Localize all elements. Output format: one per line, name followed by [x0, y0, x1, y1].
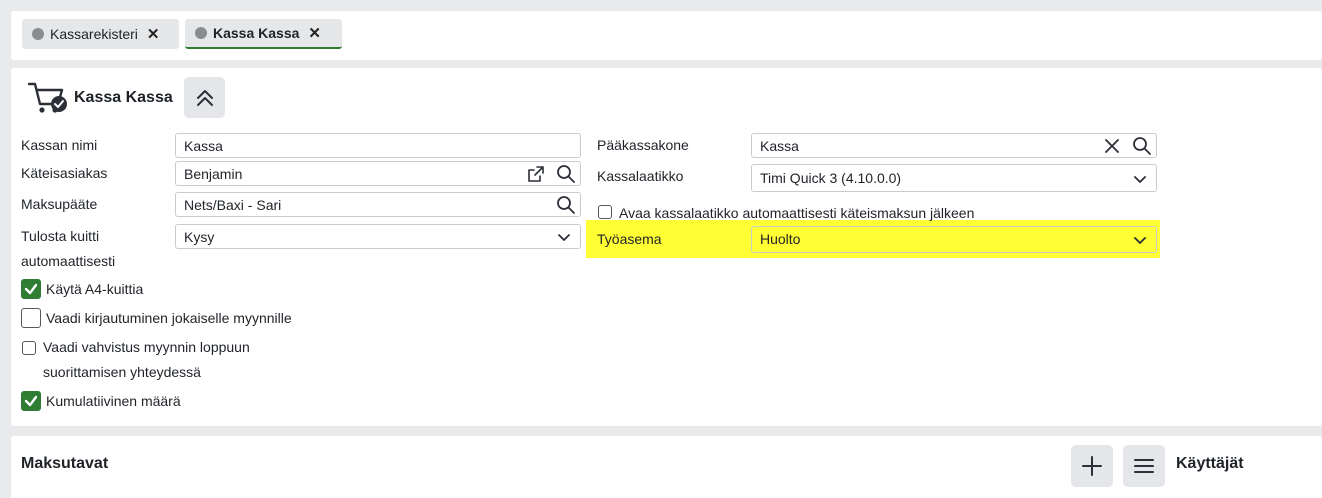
chevron-down-icon	[556, 229, 572, 248]
tyoasema-select[interactable]: Huolto	[751, 226, 1157, 253]
kayttajat-title: Käyttäjät	[1176, 455, 1244, 472]
kassalaatikko-value: Timi Quick 3 (4.10.0.0)	[760, 170, 902, 186]
kateisasiakas-label: Käteisasiakas	[21, 165, 108, 181]
maksupaate-value: Nets/Baxi - Sari	[184, 197, 282, 213]
collapse-button[interactable]	[184, 77, 225, 118]
kassalaatikko-label: Kassalaatikko	[597, 168, 684, 184]
tyoasema-value: Huolto	[760, 231, 801, 247]
hamburger-menu-icon	[1134, 459, 1154, 473]
cart-check-icon	[27, 80, 69, 119]
tulosta-kuitti-select[interactable]: Kysy	[175, 224, 581, 249]
vahvistus-label-line2: suorittamisen yhteydessä	[43, 364, 201, 380]
vahvistus-label: Vaadi vahvistus myynnin loppuun	[43, 339, 250, 355]
kassa-panel: Kassa Kassa Kassan nimi Kassa Käteisasia…	[11, 68, 1322, 426]
chevron-double-up-icon	[196, 89, 213, 106]
paakassakone-value: Kassa	[760, 138, 799, 154]
paakassakone-field[interactable]: Kassa	[751, 133, 1157, 158]
kassan-nimi-value: Kassa	[184, 138, 223, 154]
kassalaatikko-select[interactable]: Timi Quick 3 (4.10.0.0)	[751, 164, 1157, 192]
tyoasema-label: Työasema	[597, 231, 662, 247]
paakassakone-label: Pääkassakone	[597, 137, 689, 153]
maksutavat-title: Maksutavat	[21, 455, 109, 472]
vahvistus-checkbox[interactable]	[22, 341, 36, 355]
tab-kassarekisteri[interactable]: Kassarekisteri ✕	[22, 19, 179, 49]
tab-bar: Kassarekisteri ✕ Kassa Kassa ✕	[11, 11, 1322, 60]
tab-label: Kassarekisteri	[50, 26, 138, 42]
tab-label: Kassa Kassa	[213, 25, 300, 41]
maksupaate-field[interactable]: Nets/Baxi - Sari	[175, 192, 581, 217]
close-icon[interactable]: ✕	[308, 24, 321, 42]
search-icon[interactable]	[556, 195, 576, 218]
kirjautuminen-label: Vaadi kirjautuminen jokaiselle myynnille	[46, 310, 292, 326]
kateisasiakas-field[interactable]: Benjamin	[175, 161, 581, 186]
tulosta-kuitti-value: Kysy	[184, 229, 215, 245]
chevron-down-icon	[1132, 232, 1148, 251]
plus-icon	[1082, 456, 1102, 476]
bottom-panel: Maksutavat Käyttäjät	[11, 436, 1322, 498]
search-icon[interactable]	[556, 164, 576, 187]
chevron-down-icon	[1132, 171, 1148, 190]
a4-label: Käytä A4-kuittia	[46, 281, 144, 297]
maksupaate-label: Maksupääte	[21, 196, 98, 212]
tab-status-dot-icon	[32, 28, 44, 40]
check-icon	[24, 395, 38, 407]
check-icon	[24, 283, 38, 295]
close-icon[interactable]: ✕	[147, 25, 160, 43]
search-icon[interactable]	[1132, 136, 1152, 159]
menu-button[interactable]	[1123, 445, 1165, 487]
tab-status-dot-icon	[195, 27, 207, 39]
kumulatiivinen-label: Kumulatiivinen määrä	[46, 393, 181, 409]
kirjautuminen-checkbox[interactable]	[21, 308, 41, 328]
clear-icon[interactable]	[1102, 136, 1122, 159]
page-title: Kassa Kassa	[74, 89, 173, 106]
kateisasiakas-value: Benjamin	[184, 166, 243, 182]
kassan-nimi-field[interactable]: Kassa	[175, 133, 581, 158]
add-button[interactable]	[1071, 445, 1113, 487]
tulosta-kuitti-label: Tulosta kuitti	[21, 228, 100, 244]
avaa-kassalaatikko-checkbox[interactable]	[598, 205, 612, 219]
a4-checkbox[interactable]	[21, 279, 41, 299]
avaa-kassalaatikko-label: Avaa kassalaatikko automaattisesti kätei…	[619, 205, 975, 221]
kassan-nimi-label: Kassan nimi	[21, 137, 98, 153]
open-external-icon[interactable]	[526, 164, 546, 187]
kumulatiivinen-checkbox[interactable]	[21, 391, 41, 411]
tulosta-kuitti-label-line2: automaattisesti	[21, 253, 116, 269]
tab-kassa-kassa[interactable]: Kassa Kassa ✕	[185, 19, 342, 49]
